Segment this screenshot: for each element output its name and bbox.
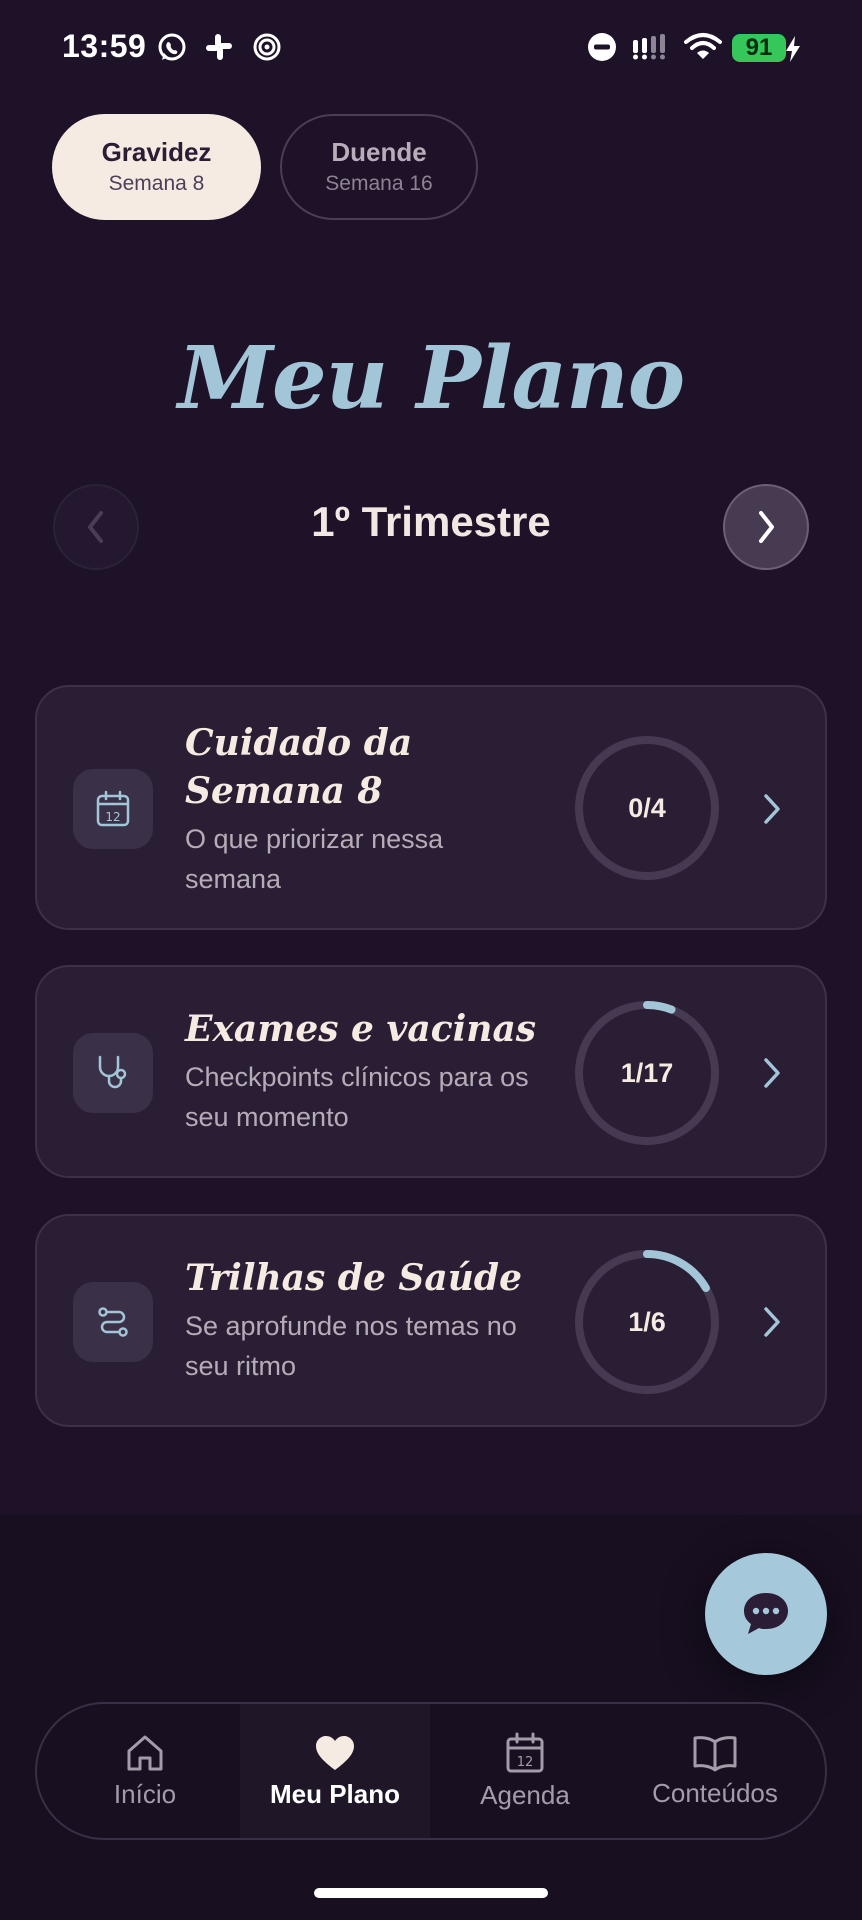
target-icon: [253, 33, 281, 61]
chevron-left-icon: [88, 511, 103, 543]
card-trilhas-saude[interactable]: Trilhas de Saúde Se aprofunde nos temas …: [35, 1214, 827, 1427]
book-icon: [693, 1735, 737, 1771]
card-description: Se aprofunde nos temas no seu ritmo: [185, 1311, 517, 1381]
bottom-nav: Início Meu Plano 12 Agenda Conteúdos: [35, 1702, 827, 1840]
previous-trimester-button[interactable]: [53, 484, 139, 570]
profile-name: Duende: [331, 137, 427, 167]
trimester-label: 1º Trimestre: [311, 498, 551, 545]
card-icon-wrap: 12: [73, 769, 153, 849]
progress-ring: 0/4: [572, 733, 722, 883]
card-title: Exames e vacinas: [185, 1008, 537, 1050]
do-not-disturb-icon: [588, 33, 616, 61]
card-description: Checkpoints clínicos para os seu momento: [185, 1062, 529, 1132]
calendar-icon: 12: [96, 790, 130, 827]
card-icon-wrap: [73, 1033, 153, 1113]
progress-ring: 1/17: [572, 998, 722, 1148]
card-icon-wrap: [73, 1282, 153, 1362]
home-indicator: [314, 1888, 548, 1898]
profile-name: Gravidez: [101, 137, 212, 167]
heart-icon: [316, 1735, 354, 1770]
page-title: Meu Plano: [177, 328, 685, 429]
tab-inicio[interactable]: Início: [50, 1704, 240, 1838]
card-title: Trilhas de Saúde: [185, 1257, 522, 1299]
card-title: Cuidado da Semana 8: [185, 722, 413, 812]
whatsapp-icon: [158, 33, 186, 61]
profile-week: Semana 8: [108, 172, 205, 195]
next-trimester-button[interactable]: [723, 484, 809, 570]
progress-label: 1/6: [628, 1306, 666, 1337]
chat-button[interactable]: [705, 1553, 827, 1675]
card-cuidado-semana[interactable]: 12 Cuidado da Semana 8 O que priorizar n…: [35, 685, 827, 930]
route-icon: [98, 1307, 128, 1337]
stethoscope-icon: [98, 1055, 127, 1089]
profile-chip-duende[interactable]: Duende Semana 16: [280, 114, 478, 220]
signal-icon: [633, 34, 665, 60]
chevron-right-icon: [759, 511, 774, 543]
tab-label: Agenda: [480, 1779, 570, 1810]
calendar-icon: 12: [506, 1732, 544, 1772]
chevron-right-icon: [764, 794, 780, 824]
progress-ring: 1/6: [572, 1247, 722, 1397]
chevron-right-icon: [764, 1307, 780, 1337]
profile-chip-gravidez[interactable]: Gravidez Semana 8: [52, 114, 261, 220]
chevron-right-icon: [764, 1058, 780, 1088]
profile-week: Semana 16: [325, 172, 433, 195]
tab-conteudos[interactable]: Conteúdos: [620, 1704, 810, 1838]
charging-icon: [786, 36, 800, 62]
battery-icon: 91: [732, 34, 786, 62]
slack-icon: [206, 34, 232, 60]
progress-label: 1/17: [620, 1057, 674, 1088]
progress-label: 0/4: [628, 792, 666, 823]
tab-meu-plano[interactable]: Meu Plano: [240, 1704, 430, 1838]
card-exames-vacinas[interactable]: Exames e vacinas Checkpoints clínicos pa…: [35, 965, 827, 1178]
tab-label: Conteúdos: [652, 1777, 778, 1808]
tab-label: Meu Plano: [269, 1778, 400, 1809]
status-time: 13:59: [62, 28, 147, 64]
home-icon: [127, 1735, 163, 1770]
chat-bubble-icon: [744, 1593, 788, 1634]
svg-text:12: 12: [517, 1755, 534, 1770]
wifi-icon: [684, 33, 722, 59]
tab-label: Início: [113, 1778, 177, 1809]
tab-agenda[interactable]: 12 Agenda: [430, 1704, 620, 1838]
card-description: O que priorizar nessa semana: [185, 824, 444, 894]
svg-text:12: 12: [105, 810, 120, 824]
